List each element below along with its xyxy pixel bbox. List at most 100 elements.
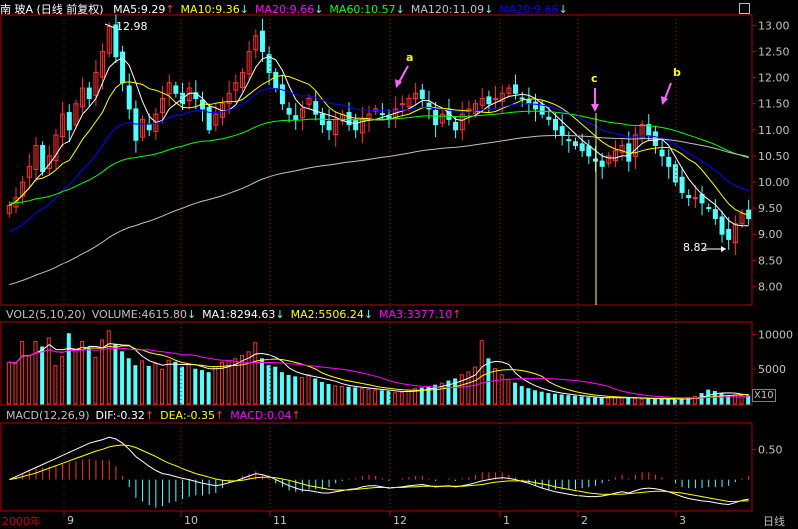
volume-bar bbox=[259, 358, 264, 405]
volume-bar bbox=[626, 397, 631, 405]
candle-body bbox=[706, 207, 712, 210]
volume-bar bbox=[113, 344, 118, 405]
volume-bar bbox=[399, 391, 404, 405]
legend-item: MA120:11.09 bbox=[410, 3, 485, 16]
candle-body bbox=[453, 121, 459, 131]
candle-body bbox=[513, 84, 519, 94]
maximize-icon[interactable] bbox=[739, 3, 750, 14]
candle-body bbox=[672, 164, 678, 183]
arrow-down-icon: ↓ bbox=[314, 3, 324, 16]
month-label: 2 bbox=[581, 514, 588, 527]
candle-body bbox=[546, 116, 552, 120]
volume-bar bbox=[6, 361, 11, 405]
volume-bar bbox=[106, 330, 111, 405]
candle-body bbox=[533, 101, 539, 110]
volume-bar bbox=[33, 340, 38, 405]
volume-bar bbox=[120, 351, 125, 405]
volume-bar bbox=[206, 372, 211, 405]
ma120-line bbox=[9, 134, 749, 286]
volume-bar bbox=[586, 397, 591, 405]
volume-bar bbox=[133, 365, 138, 405]
candle-body bbox=[566, 139, 572, 142]
volume-bar bbox=[293, 376, 298, 405]
volume-bar bbox=[659, 398, 664, 405]
candle-body bbox=[592, 158, 598, 162]
legend-item: MA20:9.66 bbox=[499, 3, 559, 16]
arrow-up-icon: ↑ bbox=[144, 409, 155, 422]
candle-body bbox=[433, 109, 439, 126]
volume-bar bbox=[639, 398, 644, 405]
candle-body bbox=[173, 85, 179, 94]
volume-bar bbox=[466, 371, 471, 405]
volume-bar bbox=[13, 363, 18, 405]
volume-bar bbox=[326, 384, 331, 405]
volume-bar bbox=[373, 389, 378, 405]
volume-bar bbox=[406, 389, 411, 405]
year-label: 2000年 bbox=[2, 515, 41, 528]
legend-item: MA1:8294.63 bbox=[202, 308, 276, 321]
volume-bar bbox=[366, 388, 371, 405]
candle-body bbox=[259, 30, 265, 53]
legend-item: DIF:-0.32 bbox=[95, 409, 145, 422]
chart-canvas: 8.008.509.009.5010.0010.5011.0011.5012.0… bbox=[0, 14, 793, 527]
volume-bar bbox=[379, 390, 384, 405]
arrow-down-icon: ↓ bbox=[484, 3, 494, 16]
arrow-up-icon: ↑ bbox=[215, 409, 225, 422]
volume-bar bbox=[459, 374, 464, 405]
mark-a-label: a bbox=[406, 51, 414, 64]
legend-item: MA2:5506.24 bbox=[290, 308, 364, 321]
candle-body bbox=[572, 141, 578, 146]
candle-body bbox=[579, 143, 585, 152]
volume-bar bbox=[180, 366, 185, 405]
legend-item: MACD:0.04 bbox=[230, 409, 292, 422]
volume-bar bbox=[199, 370, 204, 405]
volume-bar bbox=[60, 356, 65, 405]
stock-chart-window: 8.00 8.50 9.00 9.50 10.00 10.50 11.00 11.50 12.0… bbox=[0, 0, 798, 529]
price-tick-label: 12.50 bbox=[758, 46, 790, 59]
high-price-label: 12.98 bbox=[116, 20, 148, 33]
volume-bar bbox=[346, 386, 351, 405]
mark-c-label: c bbox=[591, 72, 598, 85]
candle-body bbox=[559, 126, 565, 136]
arrow-up-icon: ↑ bbox=[452, 308, 462, 321]
volume-bar bbox=[73, 351, 78, 405]
legend-item: VOLUME:4615.80 bbox=[91, 308, 187, 321]
dif-line bbox=[9, 436, 749, 506]
legend-item: MA3:3377.10 bbox=[379, 308, 453, 321]
arrow-up-icon: ↑ bbox=[165, 3, 175, 16]
price-tick-label: 10.00 bbox=[758, 176, 790, 189]
volume-bar bbox=[353, 387, 358, 405]
volume-bar bbox=[333, 385, 338, 405]
volume-bar bbox=[213, 365, 218, 405]
price-tick-label: 11.50 bbox=[758, 98, 790, 111]
period-label[interactable]: 日线 bbox=[763, 513, 785, 529]
candle-body bbox=[526, 99, 532, 105]
arrow-c-head bbox=[591, 104, 599, 112]
candle-body bbox=[726, 228, 732, 240]
candle-body bbox=[493, 97, 499, 100]
volume-bar bbox=[53, 365, 58, 405]
candle-body bbox=[426, 102, 432, 110]
arrow-down-icon: ↓ bbox=[239, 3, 249, 16]
arrow-down-icon: ↓ bbox=[275, 308, 285, 321]
volume-bar bbox=[160, 368, 165, 405]
price-header: 南 玻A (日线 前复权) MA5:9.29↑ MA10:9.36↓ MA20:9.… bbox=[0, 1, 568, 16]
volume-bar bbox=[393, 392, 398, 405]
candle-body bbox=[293, 115, 299, 120]
volume-bar bbox=[699, 393, 704, 405]
candle-body bbox=[126, 85, 132, 110]
volume-bar bbox=[193, 368, 198, 405]
candle-body bbox=[286, 107, 292, 115]
candle-body bbox=[120, 51, 126, 84]
macd-header: MACD(12,26,9) DIF:-0.32↑ DEA:-0.35↑ MACD:0.… bbox=[0, 409, 301, 423]
price-tick-label: 12.00 bbox=[758, 72, 790, 85]
volume-bar bbox=[666, 398, 671, 405]
volume-bar bbox=[246, 351, 251, 405]
legend-item: DEA:-0.35 bbox=[160, 409, 216, 422]
candle-body bbox=[719, 216, 725, 235]
volume-header: VOL2(5,10,20) VOLUME:4615.80↓ MA1:8294.63↓… bbox=[0, 308, 461, 322]
volume-bar bbox=[479, 340, 484, 405]
legend-item: MA20:9.66 bbox=[254, 3, 315, 16]
candle-body bbox=[659, 149, 665, 157]
candle-body bbox=[353, 119, 359, 131]
